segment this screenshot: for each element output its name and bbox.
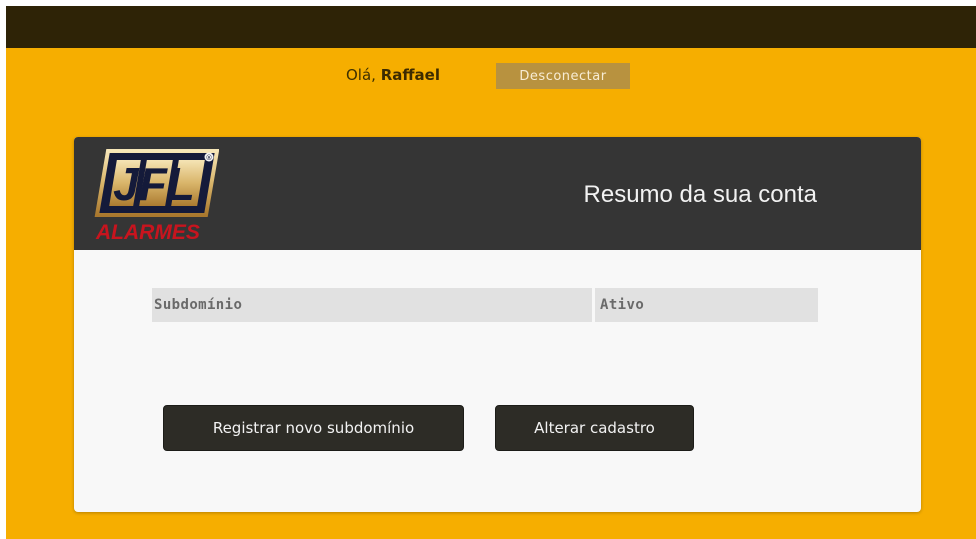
logout-button[interactable]: Desconectar	[496, 63, 630, 89]
page-title: Resumo da sua conta	[583, 181, 817, 208]
jfl-alarmes-logo: JFL ® ALARMES	[94, 149, 219, 242]
svg-text:ALARMES: ALARMES	[95, 221, 200, 242]
svg-text:®: ®	[206, 154, 213, 162]
svg-text:JFL: JFL	[113, 158, 195, 210]
column-header-subdomain: Subdomínio	[152, 288, 592, 322]
subdomain-table: Subdomínio Ativo	[152, 288, 818, 322]
user-greeting: Olá, Raffael	[346, 66, 440, 84]
top-navigation-bar	[6, 6, 976, 48]
edit-account-button[interactable]: Alterar cadastro	[495, 405, 694, 451]
page: Olá, Raffael Desconectar JFL ® ALARMES R…	[6, 6, 976, 539]
register-subdomain-button[interactable]: Registrar novo subdomínio	[163, 405, 464, 451]
greeting-prefix: Olá,	[346, 66, 381, 84]
column-header-active: Ativo	[595, 288, 818, 322]
card-header: JFL ® ALARMES Resumo da sua conta	[74, 137, 921, 250]
account-summary-card: JFL ® ALARMES Resumo da sua conta Subdom…	[74, 137, 921, 512]
username: Raffael	[380, 66, 440, 84]
